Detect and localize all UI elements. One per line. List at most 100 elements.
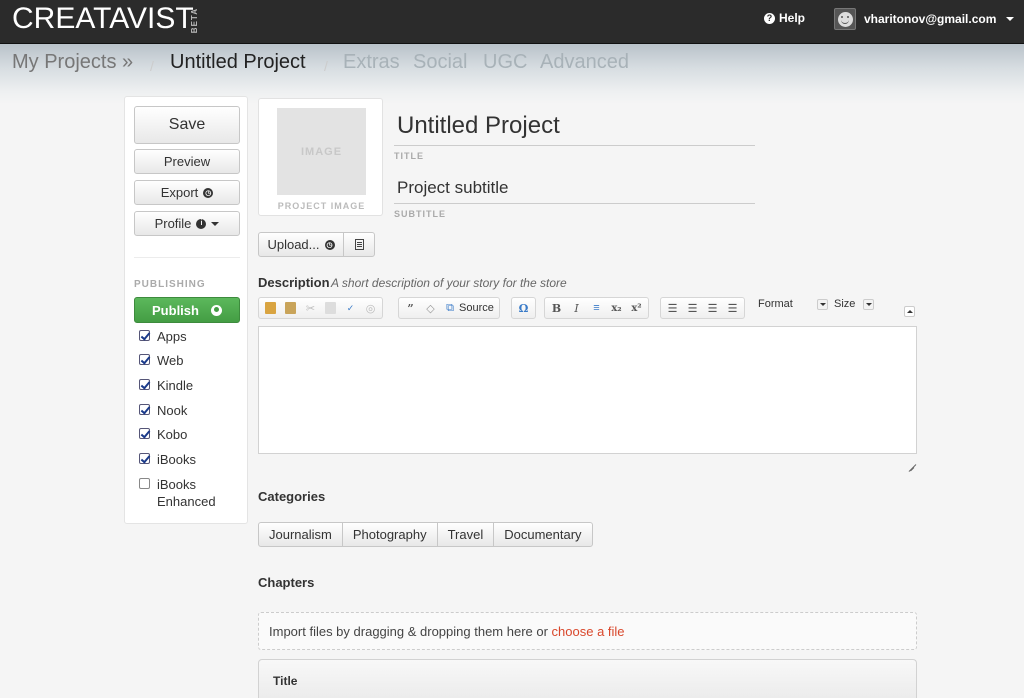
preview-button[interactable]: Preview [134,149,240,174]
export-button[interactable]: Export ◷ [134,180,240,205]
subtitle-label: SUBTITLE [394,209,446,219]
description-label: Description [258,275,330,290]
format-select[interactable]: Format [758,298,793,310]
user-menu[interactable]: vharitonov@gmail.com [834,8,1015,30]
italic-icon[interactable]: I [568,300,585,316]
bold-icon[interactable]: B [548,300,565,316]
checkbox[interactable] [139,379,150,390]
document-icon [354,239,364,250]
chevron-down-icon[interactable] [863,299,874,310]
platform-web[interactable]: Web [139,352,184,369]
paste-text-icon[interactable] [282,300,299,316]
publish-button[interactable]: Publish [134,297,240,323]
project-image[interactable]: IMAGE PROJECT IMAGE [258,98,383,216]
checkbox[interactable] [139,404,150,415]
profile-button[interactable]: Profile i [134,211,240,236]
globe-icon [210,304,222,316]
chevron-down-icon[interactable] [817,299,828,310]
align-left-icon[interactable]: ☰ [664,300,681,316]
avatar [834,8,856,30]
user-email: vharitonov@gmail.com [864,12,997,26]
upload-button[interactable]: Upload... ◷ [258,232,344,257]
beta-badge: BETA [190,8,199,34]
source-button[interactable]: ⧉ Source [442,300,496,316]
platform-kindle[interactable]: Kindle [139,377,193,394]
platform-apps[interactable]: Apps [139,328,187,345]
checkbox[interactable] [139,354,150,365]
title-field[interactable]: Untitled Project [397,112,560,140]
platform-kobo[interactable]: Kobo [139,426,187,443]
blockquote-icon[interactable]: ” [402,300,419,316]
platform-ibooks-enhanced[interactable]: iBooks Enhanced [139,476,219,510]
copy-icon[interactable] [322,300,339,316]
resize-handle-icon[interactable] [904,462,914,472]
info-icon: i [196,218,207,229]
paste-icon[interactable] [262,300,279,316]
subscript-icon[interactable]: x₂ [608,300,625,316]
description-editor[interactable] [258,326,917,454]
project-image-label: PROJECT IMAGE [277,201,366,211]
app-logo[interactable]: CREATAVIST [12,4,194,34]
editor-toolbar: ✂ ✓ ◎ ” ◇ ⧉ Source Ω B I ≡ x₂ x² ☰ ☰ ☰ ☰… [258,295,918,323]
top-navbar: CREATAVIST BETA ? Help vharitonov@gmail.… [0,0,1024,44]
special-char-group: Ω [511,297,536,319]
platform-label: Apps [157,329,187,344]
save-button[interactable]: Save [134,106,240,144]
file-dropzone[interactable]: Import files by dragging & dropping them… [258,612,917,650]
tab-ugc[interactable]: UGC [483,50,527,74]
project-sidebar: Save Preview Export ◷ Profile i PUBLISHI… [124,96,248,524]
platform-nook[interactable]: Nook [139,402,187,419]
dropzone-text: Import files by dragging & dropping them… [269,624,552,639]
superscript-icon[interactable]: x² [628,300,645,316]
clock-icon: ◷ [324,239,335,250]
breadcrumb-my-projects[interactable]: My Projects » [12,50,133,74]
image-details-button[interactable] [343,232,375,257]
subtitle-field[interactable]: Project subtitle [397,178,509,198]
checkbox[interactable] [139,453,150,464]
category-journalism[interactable]: Journalism [259,523,343,546]
text-style-group: B I ≡ x₂ x² [544,297,649,319]
source-label: Source [459,302,494,314]
checkbox[interactable] [139,428,150,439]
category-travel[interactable]: Travel [438,523,495,546]
align-group: ☰ ☰ ☰ ☰ [660,297,745,319]
help-label: Help [779,11,806,25]
chapters-table: Title [258,659,917,698]
upload-label: Upload... [267,237,320,252]
tab-social[interactable]: Social [413,50,467,74]
checkbox[interactable] [139,330,150,341]
title-label: TITLE [394,151,424,161]
tab-advanced[interactable]: Advanced [540,50,629,74]
cut-icon[interactable]: ✂ [302,300,319,316]
eraser-icon[interactable]: ◇ [422,300,439,316]
chapters-label: Chapters [258,575,315,590]
size-select[interactable]: Size [834,298,855,310]
smiley-icon [837,11,853,27]
checkbox[interactable] [139,478,150,489]
align-right-icon[interactable]: ☰ [704,300,721,316]
source-icon: ⧉ [446,301,454,314]
category-documentary[interactable]: Documentary [494,523,591,546]
align-justify-icon[interactable]: ☰ [724,300,741,316]
column-header-title[interactable]: Title [273,674,297,688]
strikethrough-icon[interactable]: ≡ [588,300,605,316]
platform-ibooks[interactable]: iBooks [139,451,196,468]
chevron-down-icon [1006,17,1015,21]
divider [134,257,240,258]
title-underline [394,145,755,146]
platform-label: Kindle [157,378,194,393]
category-buttons: Journalism Photography Travel Documentar… [258,522,593,547]
align-center-icon[interactable]: ☰ [684,300,701,316]
find-icon[interactable]: ◎ [362,300,379,316]
spellcheck-icon[interactable]: ✓ [342,300,359,316]
help-link[interactable]: ? Help [764,11,805,25]
export-label: Export [160,185,199,200]
category-photography[interactable]: Photography [343,523,438,546]
choose-file-link[interactable]: choose a file [552,624,625,639]
clipboard-group: ✂ ✓ ◎ [258,297,383,319]
omega-icon[interactable]: Ω [515,300,532,316]
breadcrumb: My Projects » / Untitled Project / Extra… [0,44,1024,104]
collapse-toolbar-button[interactable] [904,306,915,317]
tab-project[interactable]: Untitled Project [170,50,306,74]
tab-extras[interactable]: Extras [343,50,400,74]
